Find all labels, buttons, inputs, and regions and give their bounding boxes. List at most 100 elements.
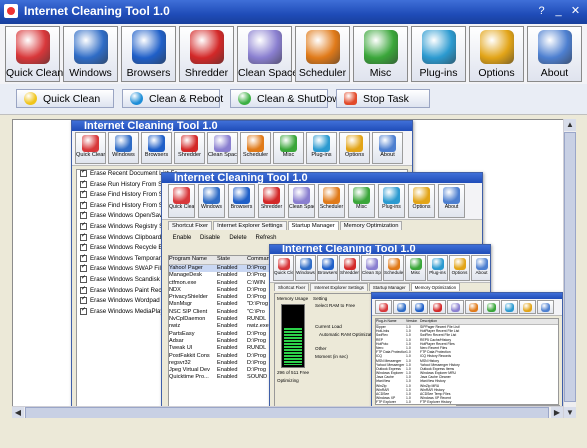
checkbox[interactable]: [80, 200, 87, 209]
minimize-button[interactable]: _: [552, 5, 565, 18]
checkbox[interactable]: [80, 232, 87, 241]
checkbox[interactable]: [80, 274, 87, 283]
help-button[interactable]: ?: [535, 5, 548, 18]
checkbox[interactable]: [80, 253, 87, 262]
memory-label: Memory Usage: [277, 296, 309, 301]
checkbox[interactable]: [80, 221, 87, 230]
memory-label: Moment (in sec): [315, 354, 348, 359]
table-cell: Enabled: [217, 265, 238, 271]
stop-task-button[interactable]: Stop Task: [336, 89, 430, 108]
preview-toolbar-button: Plug-ins: [306, 132, 337, 164]
preview-toolbar-button: Scheduler: [240, 132, 271, 164]
preview-window-title: Internet Cleaning Tool 1.0: [270, 245, 490, 255]
preview-toolbar-label: Misc: [282, 152, 295, 158]
computer-monitor-icon: [203, 187, 220, 204]
toolbar-plug-ins-button[interactable]: Plug-ins: [411, 26, 466, 82]
plugin-list: Plug-in Name Version Description Sipper 1.0 S…: [375, 318, 559, 405]
clock-icon: [323, 187, 340, 204]
disk-broom-icon: [365, 258, 378, 270]
preview-toolbar-label: Plug-ins: [382, 204, 401, 210]
quick-clean-button[interactable]: Quick Clean: [16, 89, 114, 108]
table-cell: Tweak UI: [169, 345, 193, 352]
preview-toolbar-button: Quick Clean: [168, 184, 195, 218]
action-button-label: Clean & ShutDown: [257, 93, 346, 105]
shield-icon: [353, 187, 370, 204]
preview-toolbar-button: [411, 300, 428, 314]
preview-toolbar-label: Options: [344, 152, 365, 158]
memory-stat: 296 of 511 Free: [277, 370, 310, 375]
checkbox[interactable]: [80, 210, 87, 220]
clean-shutdown-button[interactable]: Clean & ShutDown: [230, 89, 346, 108]
toolbar-shredder-button[interactable]: Shredder: [179, 26, 234, 82]
checkbox[interactable]: [80, 295, 87, 305]
info-icon: [379, 135, 396, 152]
vertical-scroll-thumb[interactable]: [564, 132, 576, 402]
window-title: Internet Cleaning Tool 1.0: [24, 4, 170, 18]
toolbar-clean-space-button[interactable]: Clean Space: [237, 26, 298, 82]
toolbar-about-button[interactable]: About: [527, 26, 582, 82]
table-cell: MsnMsgr: [169, 301, 192, 308]
preview-toolbar-button: Misc: [405, 255, 426, 281]
toolbar-scheduler-button[interactable]: Scheduler: [295, 26, 350, 82]
shield-icon: [409, 258, 422, 270]
clean-reboot-button[interactable]: Clean & Reboot: [122, 89, 223, 108]
cleaning-option-label: Erase Windows Clipboard: [90, 233, 162, 241]
magic-wand-icon: [379, 303, 388, 312]
cleaning-option-label: Erase Windows SWAP File: [90, 265, 165, 273]
computer-monitor-icon: [73, 30, 108, 64]
toolbar-quick-clean-button[interactable]: Quick Clean: [5, 26, 63, 82]
preview-toolbar-button: Windows: [198, 184, 225, 218]
title-bar: Internet Cleaning Tool 1.0 ? _ ✕: [0, 0, 587, 24]
action-button-label: Stop Task: [363, 93, 409, 105]
magic-wand-icon: [277, 258, 290, 270]
table-cell: NvCplDaemon: [169, 316, 206, 323]
preview-toolbar-button: Browsers: [228, 184, 255, 218]
table-cell: Enabled: [217, 352, 238, 359]
disk-broom-icon: [247, 30, 282, 64]
preview-toolbar-label: About: [475, 270, 488, 275]
checkbox[interactable]: [80, 306, 87, 315]
clock-icon: [247, 135, 264, 152]
scroll-up-arrow[interactable]: ▲: [564, 119, 576, 131]
toolbar-windows-button[interactable]: Windows: [63, 26, 118, 82]
preview-toolbar-button: [465, 300, 482, 314]
preview-toolbar: Quick Clean Windows Browsers Shredder Clean …: [162, 183, 482, 220]
checkbox[interactable]: [80, 242, 87, 252]
toolbar-browsers-button[interactable]: Browsers: [121, 26, 176, 82]
preview-toolbar-button: Misc: [273, 132, 304, 164]
gears-icon: [453, 258, 466, 270]
puzzle-icon: [431, 258, 444, 270]
preview-toolbar-button: About: [471, 255, 490, 281]
main-toolbar: Quick Clean Windows Browsers Shredder Clean …: [0, 24, 587, 85]
preview-toolbar: Quick Clean Windows Browsers Shredder Clean …: [72, 131, 412, 166]
checkbox[interactable]: [80, 179, 87, 188]
close-button[interactable]: ✕: [569, 5, 582, 18]
checkbox[interactable]: [80, 189, 87, 199]
preview-toolbar-label: Shredder: [260, 204, 283, 210]
table-cell: Enabled: [217, 323, 238, 330]
gears-icon: [413, 187, 430, 204]
preview-toolbar: [372, 299, 562, 316]
info-icon: [443, 187, 460, 204]
magic-wand-icon: [173, 187, 190, 204]
checkbox[interactable]: [80, 285, 87, 294]
preview-toolbar-button: Options: [408, 184, 435, 218]
checkbox[interactable]: [80, 170, 87, 177]
preview-toolbar-button: [537, 300, 554, 314]
preview-toolbar-label: Quick Clean: [76, 152, 106, 158]
computer-monitor-icon: [115, 135, 132, 152]
table-cell: FTP Explorer History: [420, 400, 452, 405]
preview-toolbar-button: Shredder: [339, 255, 360, 281]
preview-toolbar-button: Browsers: [317, 255, 338, 281]
preview-toolbar-label: Clean Space: [208, 152, 238, 158]
preview-toolbar-label: Windows: [112, 152, 135, 158]
checkbox[interactable]: [80, 263, 87, 273]
preview-toolbar-button: Windows: [295, 255, 316, 281]
shield-icon: [363, 30, 398, 64]
globe-icon: [148, 135, 165, 152]
toolbar-options-button[interactable]: Options: [469, 26, 524, 82]
vertical-scrollbar[interactable]: ▲ ▼: [563, 119, 576, 419]
preview-toolbar-button: Plug-ins: [378, 184, 405, 218]
toolbar-misc-button[interactable]: Misc: [353, 26, 408, 82]
table-cell: NDX: [169, 286, 181, 293]
